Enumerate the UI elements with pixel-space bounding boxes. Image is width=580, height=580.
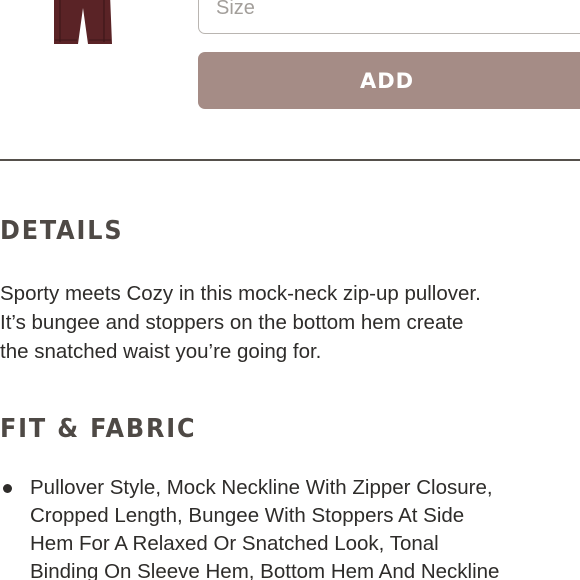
list-item-line: Binding On Sleeve Hem, Bottom Hem And Ne… [30,560,500,580]
list-item-line: Cropped Length, Bungee With Stoppers At … [30,504,465,527]
product-thumbnail[interactable] [52,0,114,50]
fit-fabric-heading: FIT & FABRIC [0,414,197,444]
details-description: Sporty meets Cozy in this mock-neck zip-… [0,279,580,366]
bullet-icon [3,484,12,493]
list-item: Pullover Style, Mock Neckline With Zippe… [0,474,580,580]
section-divider [0,159,580,161]
add-button-label: ADD [359,68,415,93]
list-item-line: Pullover Style, Mock Neckline With Zippe… [30,476,493,499]
fit-fabric-list: Pullover Style, Mock Neckline With Zippe… [0,474,580,580]
add-button[interactable]: ADD [198,52,580,109]
details-heading: DETAILS [0,216,124,246]
size-select-placeholder: Size [216,0,255,19]
size-select[interactable]: Size [198,0,580,34]
details-line: Sporty meets Cozy in this mock-neck zip-… [0,282,481,305]
details-line: the snatched waist you’re going for. [0,340,322,363]
pants-thumbnail-icon [54,0,112,44]
details-line: It’s bungee and stoppers on the bottom h… [0,311,464,334]
list-item-line: Hem For A Relaxed Or Snatched Look, Tona… [30,532,439,555]
